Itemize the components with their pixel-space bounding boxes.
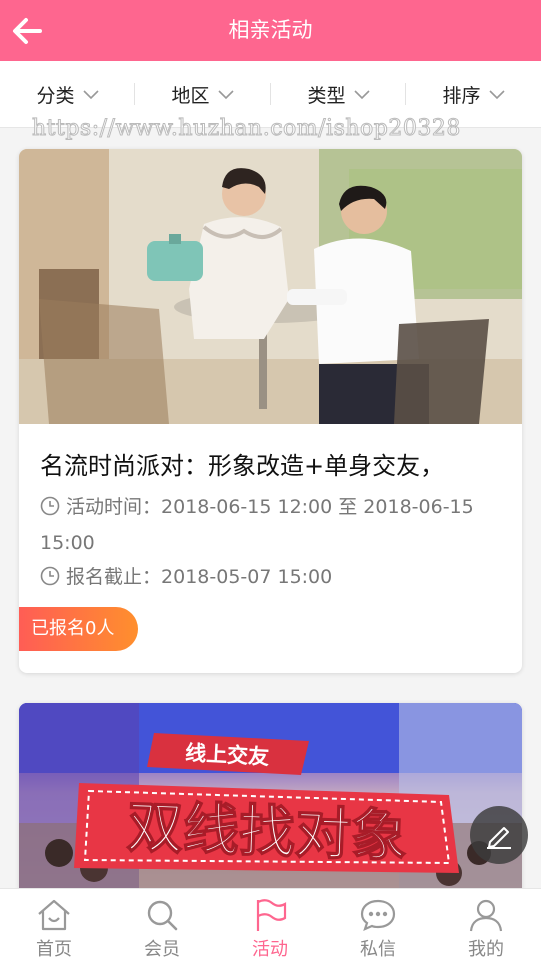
- bottom-tabbar: 首页 会员 活动 私信 我的: [0, 888, 541, 964]
- chevron-down-icon: [217, 89, 234, 99]
- tab-label: 活动: [252, 939, 288, 960]
- tab-label: 会员: [144, 939, 180, 960]
- tab-home[interactable]: 首页: [0, 889, 108, 964]
- activity-card[interactable]: 线上交友 双线找对象: [19, 703, 522, 903]
- tab-activities[interactable]: 活动: [216, 889, 324, 964]
- write-fab[interactable]: [470, 806, 528, 864]
- chat-icon: [360, 899, 396, 931]
- activity-title: 名流时尚派对：形象改造+单身交友，: [40, 452, 445, 480]
- filter-label: 类型: [307, 85, 346, 107]
- flag-icon: [256, 899, 287, 931]
- search-icon: [147, 900, 178, 931]
- user-icon: [469, 899, 503, 932]
- tab-members[interactable]: 会员: [108, 889, 216, 964]
- deadline-value: 2018-05-07 15:00: [161, 566, 333, 588]
- time-label: 活动时间：: [66, 496, 162, 518]
- activity-deadline: 报名截止：2018-05-07 15:00: [40, 559, 510, 595]
- chevron-down-icon: [488, 89, 505, 99]
- top-header: 相亲活动: [0, 0, 541, 61]
- filter-label: 排序: [442, 85, 481, 107]
- tab-label: 首页: [36, 939, 72, 960]
- activity-photo: [19, 149, 522, 424]
- banner-small-text: 线上交友: [185, 741, 270, 769]
- page-title: 相亲活动: [228, 18, 313, 42]
- tab-label: 私信: [360, 939, 396, 960]
- activity-card[interactable]: 名流时尚派对：形象改造+单身交友， 活动时间：2018-06-15 12:00 …: [19, 149, 522, 673]
- pencil-icon: [487, 827, 511, 849]
- filter-label: 地区: [171, 85, 210, 107]
- clock-icon: [40, 496, 60, 516]
- chevron-down-icon: [82, 89, 99, 99]
- tab-label: 我的: [468, 939, 504, 960]
- home-icon: [38, 899, 70, 931]
- tab-mine[interactable]: 我的: [432, 889, 540, 964]
- filter-label: 分类: [36, 85, 75, 107]
- banner-big-text: 双线找对象: [126, 795, 408, 870]
- registered-count-badge: 已报名0人: [19, 607, 138, 651]
- clock-icon: [40, 566, 60, 586]
- chevron-down-icon: [353, 89, 370, 99]
- activity-time: 活动时间：2018-06-15 12:00 至 2018-06-15 15:00: [40, 489, 510, 561]
- deadline-label: 报名截止：: [66, 566, 162, 588]
- activity-banner: 线上交友 双线找对象: [19, 703, 522, 903]
- tab-messages[interactable]: 私信: [324, 889, 432, 964]
- watermark-text: https://www.huzhan.com/ishop20328: [32, 116, 461, 142]
